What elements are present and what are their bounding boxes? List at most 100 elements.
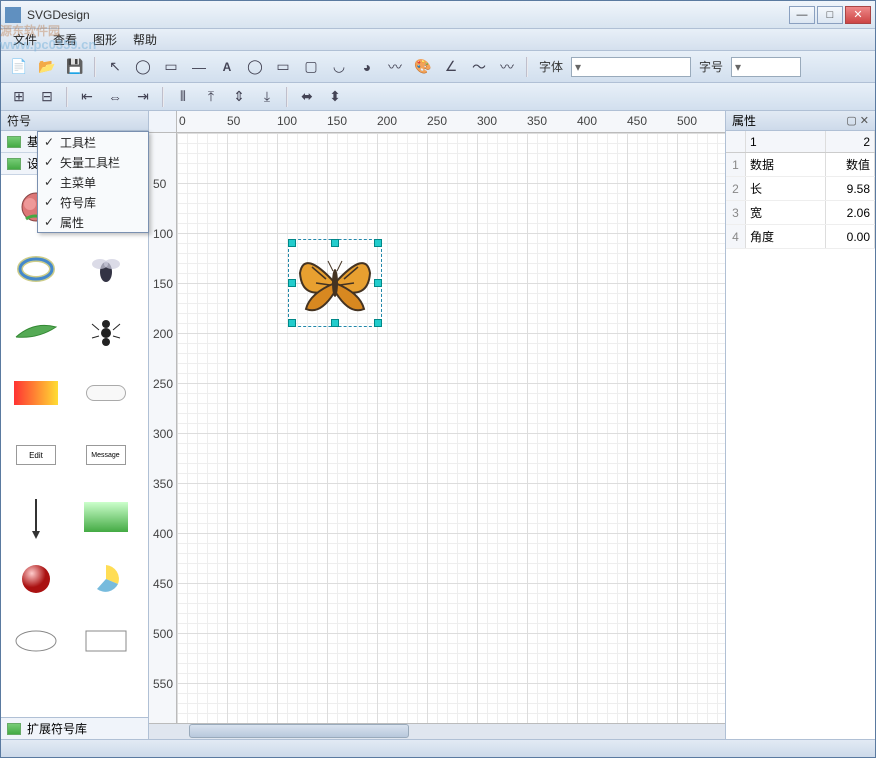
resize-handle[interactable] <box>288 319 296 327</box>
minimize-button[interactable]: — <box>789 6 815 24</box>
canvas-area: 0 50 100 150 200 250 300 350 400 450 500… <box>149 111 725 739</box>
titlebar[interactable]: SVGDesign — □ ✕ <box>1 1 875 29</box>
symbol-ring[interactable] <box>9 245 63 293</box>
pen-tool-icon[interactable]: ∠ <box>439 55 463 79</box>
ruler-corner <box>149 111 177 133</box>
library-icon <box>7 723 21 735</box>
scrollbar-horizontal[interactable] <box>149 723 725 739</box>
resize-handle[interactable] <box>374 279 382 287</box>
library-icon <box>7 136 21 148</box>
rect2-tool-icon[interactable]: ▭ <box>271 55 295 79</box>
open-icon[interactable]: 📂 <box>35 55 59 79</box>
symbol-gradient[interactable] <box>9 369 63 417</box>
symbol-panel-header: 符号 <box>1 111 148 131</box>
ruler-horizontal: 0 50 100 150 200 250 300 350 400 450 500 <box>177 111 725 133</box>
table-row[interactable]: 4 角度 0.00 <box>726 225 875 249</box>
mi-properties[interactable]: 属性 <box>38 212 148 232</box>
canvas-viewport[interactable] <box>177 133 725 723</box>
new-icon[interactable]: 📄 <box>7 55 31 79</box>
menubar: 文件 查看 图形 帮助 <box>1 29 875 51</box>
palette-icon[interactable]: 🎨 <box>411 55 435 79</box>
resize-handle[interactable] <box>331 319 339 327</box>
table-row[interactable]: 1 数据 数值 <box>726 153 875 177</box>
align-middle-icon[interactable]: ⇕ <box>227 85 251 109</box>
col-header-2: 2 <box>826 131 875 152</box>
mi-symbol-lib[interactable]: 符号库 <box>38 192 148 212</box>
resize-handle[interactable] <box>331 239 339 247</box>
size-label: 字号 <box>695 58 727 75</box>
col-header-1: 1 <box>746 131 826 152</box>
font-label: 字体 <box>535 58 567 75</box>
symbol-button-msg[interactable]: Message <box>79 431 133 479</box>
line-tool-icon[interactable]: — <box>187 55 211 79</box>
table-row[interactable]: 3 宽 2.06 <box>726 201 875 225</box>
symbol-button-edit[interactable]: Edit <box>9 431 63 479</box>
group-icon[interactable]: ⊞ <box>7 85 31 109</box>
align-left-icon[interactable]: ⇤ <box>75 85 99 109</box>
resize-handle[interactable] <box>374 239 382 247</box>
ellipse-tool-icon[interactable]: ◯ <box>243 55 267 79</box>
save-icon[interactable]: 💾 <box>63 55 87 79</box>
ungroup-icon[interactable]: ⊟ <box>35 85 59 109</box>
table-row[interactable]: 2 长 9.58 <box>726 177 875 201</box>
properties-panel: 属性 ▢ ✕ 1 2 1 数据 数值 2 长 9.58 <box>725 111 875 739</box>
resize-handle[interactable] <box>288 239 296 247</box>
font-combo[interactable] <box>571 57 691 77</box>
circle-tool-icon[interactable]: ◯ <box>131 55 155 79</box>
symbol-gradient-green[interactable] <box>79 493 133 541</box>
rect-tool-icon[interactable]: ▭ <box>159 55 183 79</box>
library-icon <box>7 158 21 170</box>
symbol-grid: Edit Message <box>1 175 148 717</box>
curve-icon[interactable]: 〜 <box>467 55 491 79</box>
same-width-icon[interactable]: ⬌ <box>295 85 319 109</box>
text-tool-icon[interactable]: A <box>215 55 239 79</box>
roundrect-tool-icon[interactable]: ▢ <box>299 55 323 79</box>
symbol-button-plain[interactable] <box>79 369 133 417</box>
symbol-leaf[interactable] <box>9 307 63 355</box>
menu-view[interactable]: 查看 <box>45 29 85 50</box>
resize-handle[interactable] <box>288 279 296 287</box>
properties-header: 属性 <box>732 112 756 129</box>
resize-handle[interactable] <box>374 319 382 327</box>
mi-vector-toolbar[interactable]: 矢量工具栏 <box>38 152 148 172</box>
statusbar <box>1 739 875 757</box>
window-title: SVGDesign <box>27 8 789 22</box>
wave-icon[interactable]: 〰 <box>495 55 519 79</box>
arc-tool-icon[interactable]: ◡ <box>327 55 351 79</box>
distribute-h-icon[interactable]: ⫴ <box>171 85 195 109</box>
ruler-vertical: 50 100 150 200 250 300 350 400 450 500 5… <box>149 133 177 723</box>
view-dropdown: 工具栏 矢量工具栏 主菜单 符号库 属性 <box>37 131 149 233</box>
symbol-pie[interactable] <box>79 555 133 603</box>
menu-file[interactable]: 文件 <box>5 29 45 50</box>
selected-object[interactable] <box>292 243 378 323</box>
symbol-arrow[interactable] <box>9 493 63 541</box>
app-window: SVGDesign — □ ✕ 文件 查看 图形 帮助 📄 📂 💾 ↖ ◯ ▭ … <box>0 0 876 758</box>
symbol-ellipse-outline[interactable] <box>9 617 63 665</box>
align-right-icon[interactable]: ⇥ <box>131 85 155 109</box>
symbol-ant[interactable] <box>79 307 133 355</box>
lib-extended[interactable]: 扩展符号库 <box>1 717 148 739</box>
symbol-rect-outline[interactable] <box>79 617 133 665</box>
menu-help[interactable]: 帮助 <box>125 29 165 50</box>
same-height-icon[interactable]: ⬍ <box>323 85 347 109</box>
polyline-tool-icon[interactable]: 〰 <box>383 55 407 79</box>
panel-controls[interactable]: ▢ ✕ <box>846 114 869 127</box>
vector-toolbar: ⊞ ⊟ ⇤ ⇔ ⇥ ⫴ ⤒ ⇕ ⤓ ⬌ ⬍ <box>1 83 875 111</box>
symbol-sphere[interactable] <box>9 555 63 603</box>
mi-toolbar[interactable]: 工具栏 <box>38 132 148 152</box>
properties-table: 1 2 1 数据 数值 2 长 9.58 3 宽 2.06 <box>726 131 875 739</box>
menu-shape[interactable]: 图形 <box>85 29 125 50</box>
maximize-button[interactable]: □ <box>817 6 843 24</box>
size-combo[interactable] <box>731 57 801 77</box>
close-button[interactable]: ✕ <box>845 6 871 24</box>
symbol-fly[interactable] <box>79 245 133 293</box>
pie-tool-icon[interactable]: ◕ <box>355 55 379 79</box>
mi-main-menu[interactable]: 主菜单 <box>38 172 148 192</box>
align-top-icon[interactable]: ⤒ <box>199 85 223 109</box>
align-bottom-icon[interactable]: ⤓ <box>255 85 279 109</box>
pointer-icon[interactable]: ↖ <box>103 55 127 79</box>
workarea: 符号 基本符号库 设备库 工具栏 矢量工具栏 主菜单 符号库 属性 <box>1 111 875 739</box>
align-center-icon[interactable]: ⇔ <box>103 85 127 109</box>
main-toolbar: 📄 📂 💾 ↖ ◯ ▭ — A ◯ ▭ ▢ ◡ ◕ 〰 🎨 ∠ 〜 〰 字体 字… <box>1 51 875 83</box>
scrollbar-thumb[interactable] <box>189 724 409 738</box>
